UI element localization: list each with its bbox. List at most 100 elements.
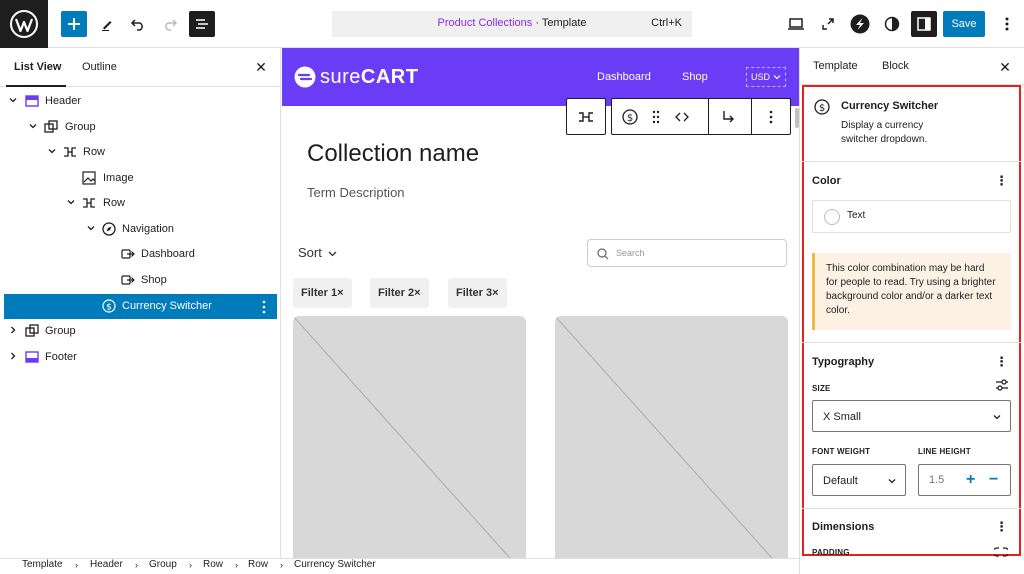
- site-editor: Product Collections · Template Ctrl+K Sa…: [0, 0, 1024, 574]
- filter-tag-1[interactable]: Filter 1×: [293, 278, 352, 308]
- row-icon: [83, 198, 95, 208]
- tree-item-label: Row: [83, 146, 106, 158]
- close-icon[interactable]: ×: [414, 287, 420, 299]
- header-template-icon: [25, 95, 39, 107]
- list-view-tabs: List View Outline ✕: [0, 48, 281, 87]
- section-divider: [802, 342, 1021, 343]
- block-toolbar-parent[interactable]: [566, 98, 606, 135]
- view-button[interactable]: [783, 11, 809, 37]
- chevron-down-icon[interactable]: [47, 146, 57, 156]
- undo-icon: [130, 19, 143, 31]
- settings-toggle-button[interactable]: [911, 11, 937, 37]
- tree-item-dashboard[interactable]: Dashboard: [4, 242, 277, 267]
- breadcrumb-item[interactable]: Header: [90, 559, 123, 570]
- tree-item-footer[interactable]: Footer: [4, 345, 277, 370]
- search-input[interactable]: Search: [587, 239, 787, 267]
- settings-sliders-icon[interactable]: [995, 379, 1009, 391]
- breadcrumb-item-current[interactable]: Currency Switcher: [294, 559, 376, 570]
- tab-template[interactable]: Template: [813, 60, 858, 72]
- breadcrumb-item[interactable]: Row: [203, 559, 223, 570]
- close-icon[interactable]: ×: [492, 287, 498, 299]
- breadcrumb-item[interactable]: Template: [22, 559, 63, 570]
- options-menu-button[interactable]: [994, 11, 1020, 37]
- redo-button[interactable]: [157, 11, 183, 37]
- close-list-view-icon[interactable]: ✕: [253, 59, 269, 75]
- chevron-down-icon[interactable]: [8, 95, 18, 105]
- chevron-down-icon[interactable]: [86, 223, 96, 233]
- more-vertical-icon[interactable]: [262, 300, 266, 314]
- tree-item-row[interactable]: Row: [4, 140, 277, 165]
- styles-button[interactable]: [879, 11, 905, 37]
- font-weight-select[interactable]: Default: [812, 464, 906, 496]
- dimensions-options-icon[interactable]: ⋮: [995, 520, 1008, 534]
- font-size-select[interactable]: X Small: [812, 400, 1011, 432]
- move-arrows-icon[interactable]: [674, 109, 690, 125]
- currency-icon[interactable]: $: [622, 109, 638, 125]
- add-block-button[interactable]: [61, 11, 87, 37]
- page-link-icon: [121, 275, 135, 285]
- product-image-placeholder[interactable]: [293, 316, 526, 558]
- tree-item-image[interactable]: Image: [4, 166, 277, 191]
- toolbar-separator: [751, 99, 752, 134]
- term-description[interactable]: Term Description: [307, 185, 405, 200]
- tree-item-label: Group: [65, 121, 96, 133]
- chevron-down-icon: [888, 479, 896, 484]
- save-button[interactable]: Save: [943, 11, 985, 37]
- chevron-right-icon: ›: [75, 560, 78, 570]
- sort-dropdown[interactable]: Sort: [298, 245, 337, 260]
- color-options-icon[interactable]: ⋮: [995, 174, 1008, 188]
- chevron-down-icon[interactable]: [66, 197, 76, 207]
- command-palette-bar[interactable]: Product Collections · Template Ctrl+K: [332, 11, 692, 37]
- currency-switcher-dropdown[interactable]: USD: [746, 67, 786, 87]
- template-name: Product Collections: [437, 17, 533, 29]
- redo-icon: [165, 19, 178, 31]
- row-icon[interactable]: [578, 109, 594, 125]
- undo-button[interactable]: [125, 11, 151, 37]
- document-overview-button[interactable]: [189, 11, 215, 37]
- tree-item-header[interactable]: Header: [4, 89, 277, 114]
- breadcrumb-item[interactable]: Row: [248, 559, 268, 570]
- product-image-placeholder[interactable]: [555, 316, 788, 558]
- nav-link-shop[interactable]: Shop: [682, 71, 708, 83]
- more-vertical-icon[interactable]: [763, 109, 779, 125]
- tree-item-currency-switcher[interactable]: $ Currency Switcher: [4, 294, 277, 319]
- tab-list-view[interactable]: List View: [14, 61, 61, 73]
- tab-block[interactable]: Block: [882, 60, 909, 72]
- chevron-right-icon[interactable]: [8, 325, 18, 335]
- tree-item-group[interactable]: Group: [4, 319, 277, 344]
- line-height-input[interactable]: 1.5 + −: [918, 464, 1011, 496]
- nav-link-dashboard[interactable]: Dashboard: [597, 71, 651, 83]
- breadcrumb-item[interactable]: Group: [149, 559, 177, 570]
- chevron-down-icon[interactable]: [28, 121, 38, 131]
- surecart-logo[interactable]: sure CART: [294, 66, 418, 88]
- tree-item-shop[interactable]: Shop: [4, 268, 277, 293]
- footer-template-icon: [25, 351, 39, 363]
- surecart-button[interactable]: [847, 11, 873, 37]
- close-settings-icon[interactable]: ✕: [997, 59, 1013, 75]
- tree-item-row[interactable]: Row: [4, 191, 277, 216]
- decrement-icon[interactable]: −: [989, 471, 998, 489]
- wordpress-logo-icon[interactable]: [0, 0, 48, 48]
- filter-tag-3[interactable]: Filter 3×: [448, 278, 507, 308]
- font-weight-value: Default: [823, 475, 858, 487]
- drag-handle-icon[interactable]: [648, 109, 664, 125]
- color-text-control[interactable]: Text: [812, 200, 1011, 233]
- open-site-button[interactable]: [815, 11, 841, 37]
- filter-tag-2[interactable]: Filter 2×: [370, 278, 429, 308]
- editor-canvas[interactable]: sure CART Dashboard Shop USD $ Collection…: [282, 48, 799, 558]
- collection-title[interactable]: Collection name: [307, 140, 479, 168]
- close-icon[interactable]: ×: [337, 287, 343, 299]
- enter-arrow-icon[interactable]: [720, 109, 736, 125]
- chevron-right-icon[interactable]: [8, 351, 18, 361]
- typography-options-icon[interactable]: ⋮: [995, 355, 1008, 369]
- block-toolbar: $: [611, 98, 791, 135]
- link-sides-icon[interactable]: [994, 546, 1008, 558]
- tools-button[interactable]: [94, 11, 120, 37]
- tree-item-navigation[interactable]: Navigation: [4, 217, 277, 242]
- tab-outline[interactable]: Outline: [82, 61, 117, 73]
- pencil-icon: [102, 21, 112, 31]
- settings-tabs: Template Block ✕: [800, 48, 1024, 85]
- increment-icon[interactable]: +: [966, 471, 975, 489]
- tree-item-group[interactable]: Group: [4, 115, 277, 140]
- tree-item-label: Header: [45, 95, 82, 107]
